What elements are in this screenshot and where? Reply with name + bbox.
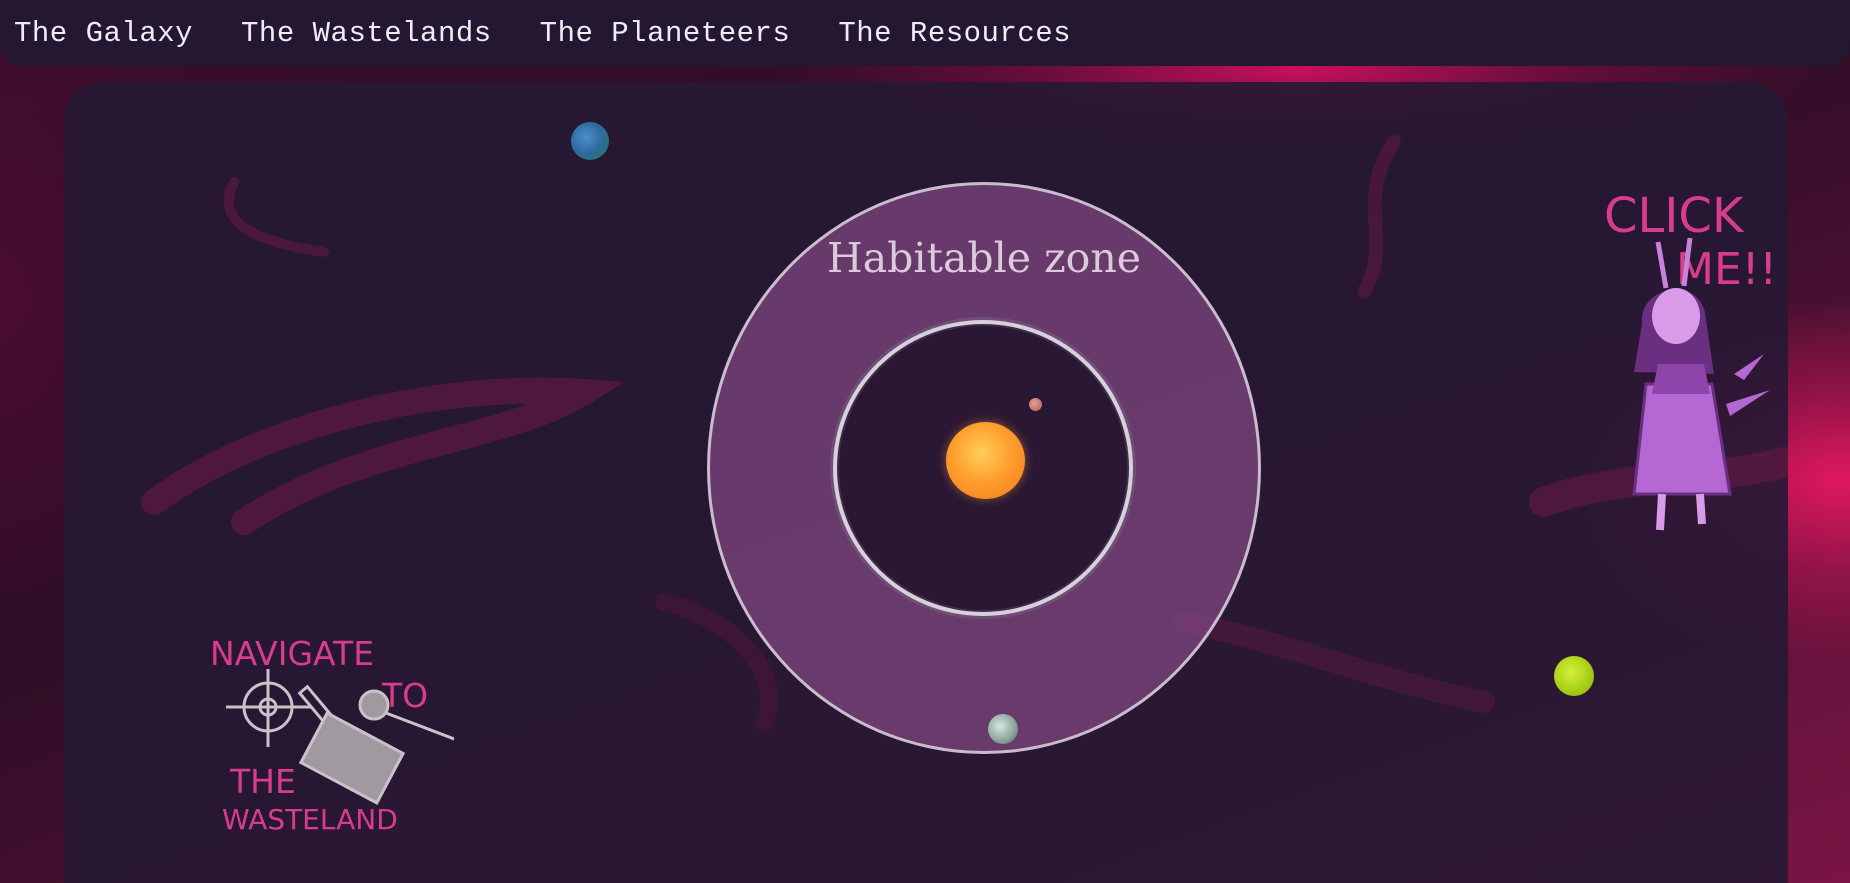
navigate-text: NAVIGATE [210,635,374,673]
nav-link-planeteers[interactable]: The Planeteers [540,17,791,50]
me-text: ME!! [1676,244,1777,295]
top-navigation: The Galaxy The Wastelands The Planeteers… [0,0,1850,66]
click-text: CLICK [1604,194,1745,244]
nav-link-wastelands[interactable]: The Wastelands [241,17,492,50]
click-me-character[interactable]: CLICK ME!! [1534,194,1788,574]
planet-green[interactable] [1554,656,1594,696]
planet-grey[interactable] [988,714,1018,744]
habitable-zone-label: Habitable zone [826,234,1142,282]
planet-blue[interactable] [571,122,609,160]
nav-link-galaxy[interactable]: The Galaxy [14,17,193,50]
galaxy-panel: Habitable zone NAVIGATE TO THE WASTELAND… [64,82,1788,883]
wasteland-text: WASTELAND [222,803,398,835]
planet-tiny-red[interactable] [1029,398,1042,411]
star[interactable] [946,422,1025,499]
the-text: THE [229,762,296,801]
navigate-to-wasteland-link[interactable]: NAVIGATE TO THE WASTELAND [134,635,454,835]
nav-link-resources[interactable]: The Resources [838,17,1071,50]
